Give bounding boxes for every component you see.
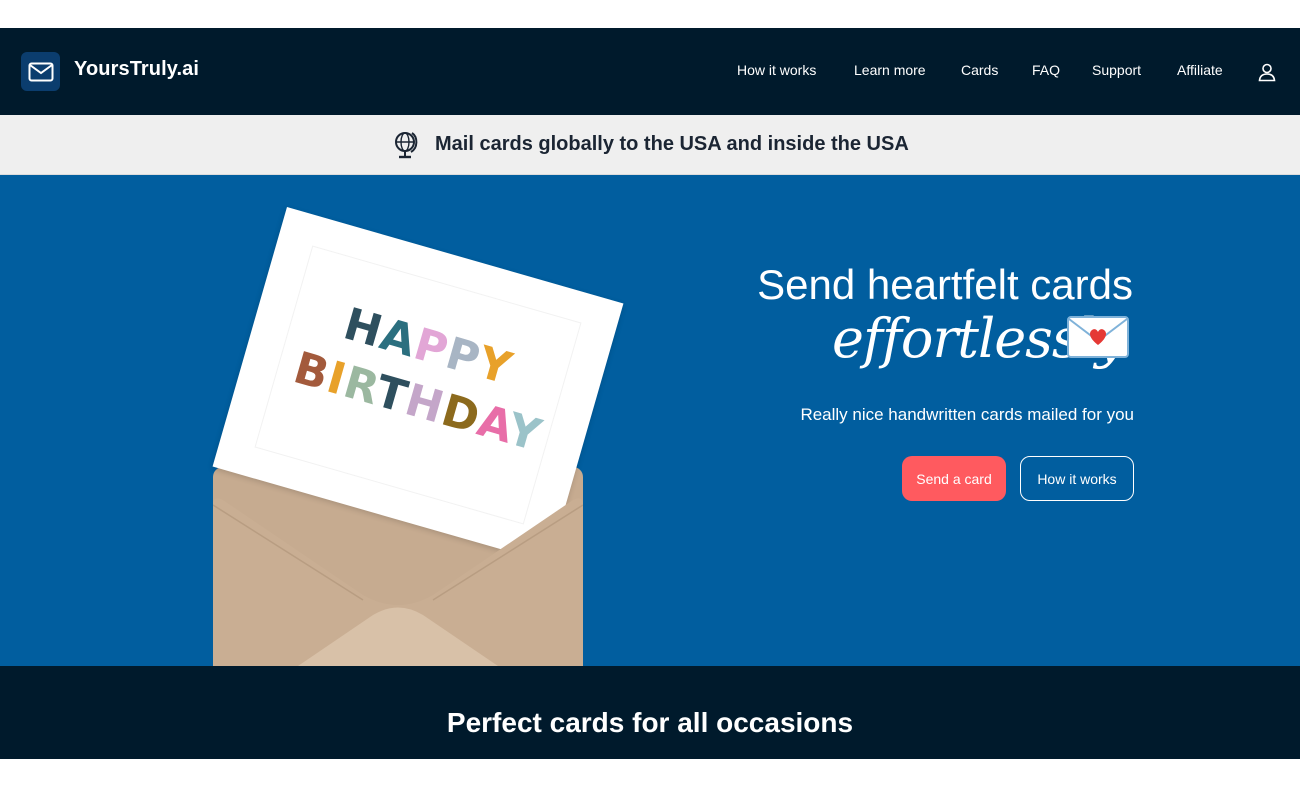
hero-title: Send heartfelt cards xyxy=(757,261,1133,308)
logo-badge[interactable] xyxy=(21,52,60,91)
navbar: YoursTruly.ai How it works Learn more Ca… xyxy=(0,28,1300,115)
occasions-title: Perfect cards for all occasions xyxy=(446,707,854,738)
banner-text: Mail cards globally to the USA and insid… xyxy=(435,133,909,155)
send-card-button[interactable]: Send a card xyxy=(902,456,1006,501)
nav-item-faq[interactable]: FAQ xyxy=(1032,62,1060,78)
hero-section: HAPPY BIRTHDAY Send heartfelt cards effo… xyxy=(0,175,1300,666)
occasions-section: Perfect cards for all occasions xyxy=(0,666,1300,759)
envelope-icon xyxy=(28,62,53,81)
love-letter-icon xyxy=(1067,316,1129,358)
hero-subtitle: Really nice handwritten cards mailed for… xyxy=(800,405,1134,424)
top-spacer xyxy=(0,0,1300,28)
user-icon[interactable] xyxy=(1257,62,1277,82)
brand-name[interactable]: YoursTruly.ai xyxy=(74,58,199,81)
bottom-spacer xyxy=(0,759,1300,788)
nav-item-learn-more[interactable]: Learn more xyxy=(854,62,926,78)
shipping-banner: Mail cards globally to the USA and insid… xyxy=(0,115,1300,175)
nav-item-support[interactable]: Support xyxy=(1092,62,1141,78)
how-it-works-button[interactable]: How it works xyxy=(1020,456,1134,501)
envelope-front xyxy=(213,498,583,666)
globe-icon xyxy=(395,132,418,159)
nav-item-affiliate[interactable]: Affiliate xyxy=(1177,62,1223,78)
nav-item-cards[interactable]: Cards xyxy=(961,62,998,78)
nav-item-how-it-works[interactable]: How it works xyxy=(737,62,816,78)
